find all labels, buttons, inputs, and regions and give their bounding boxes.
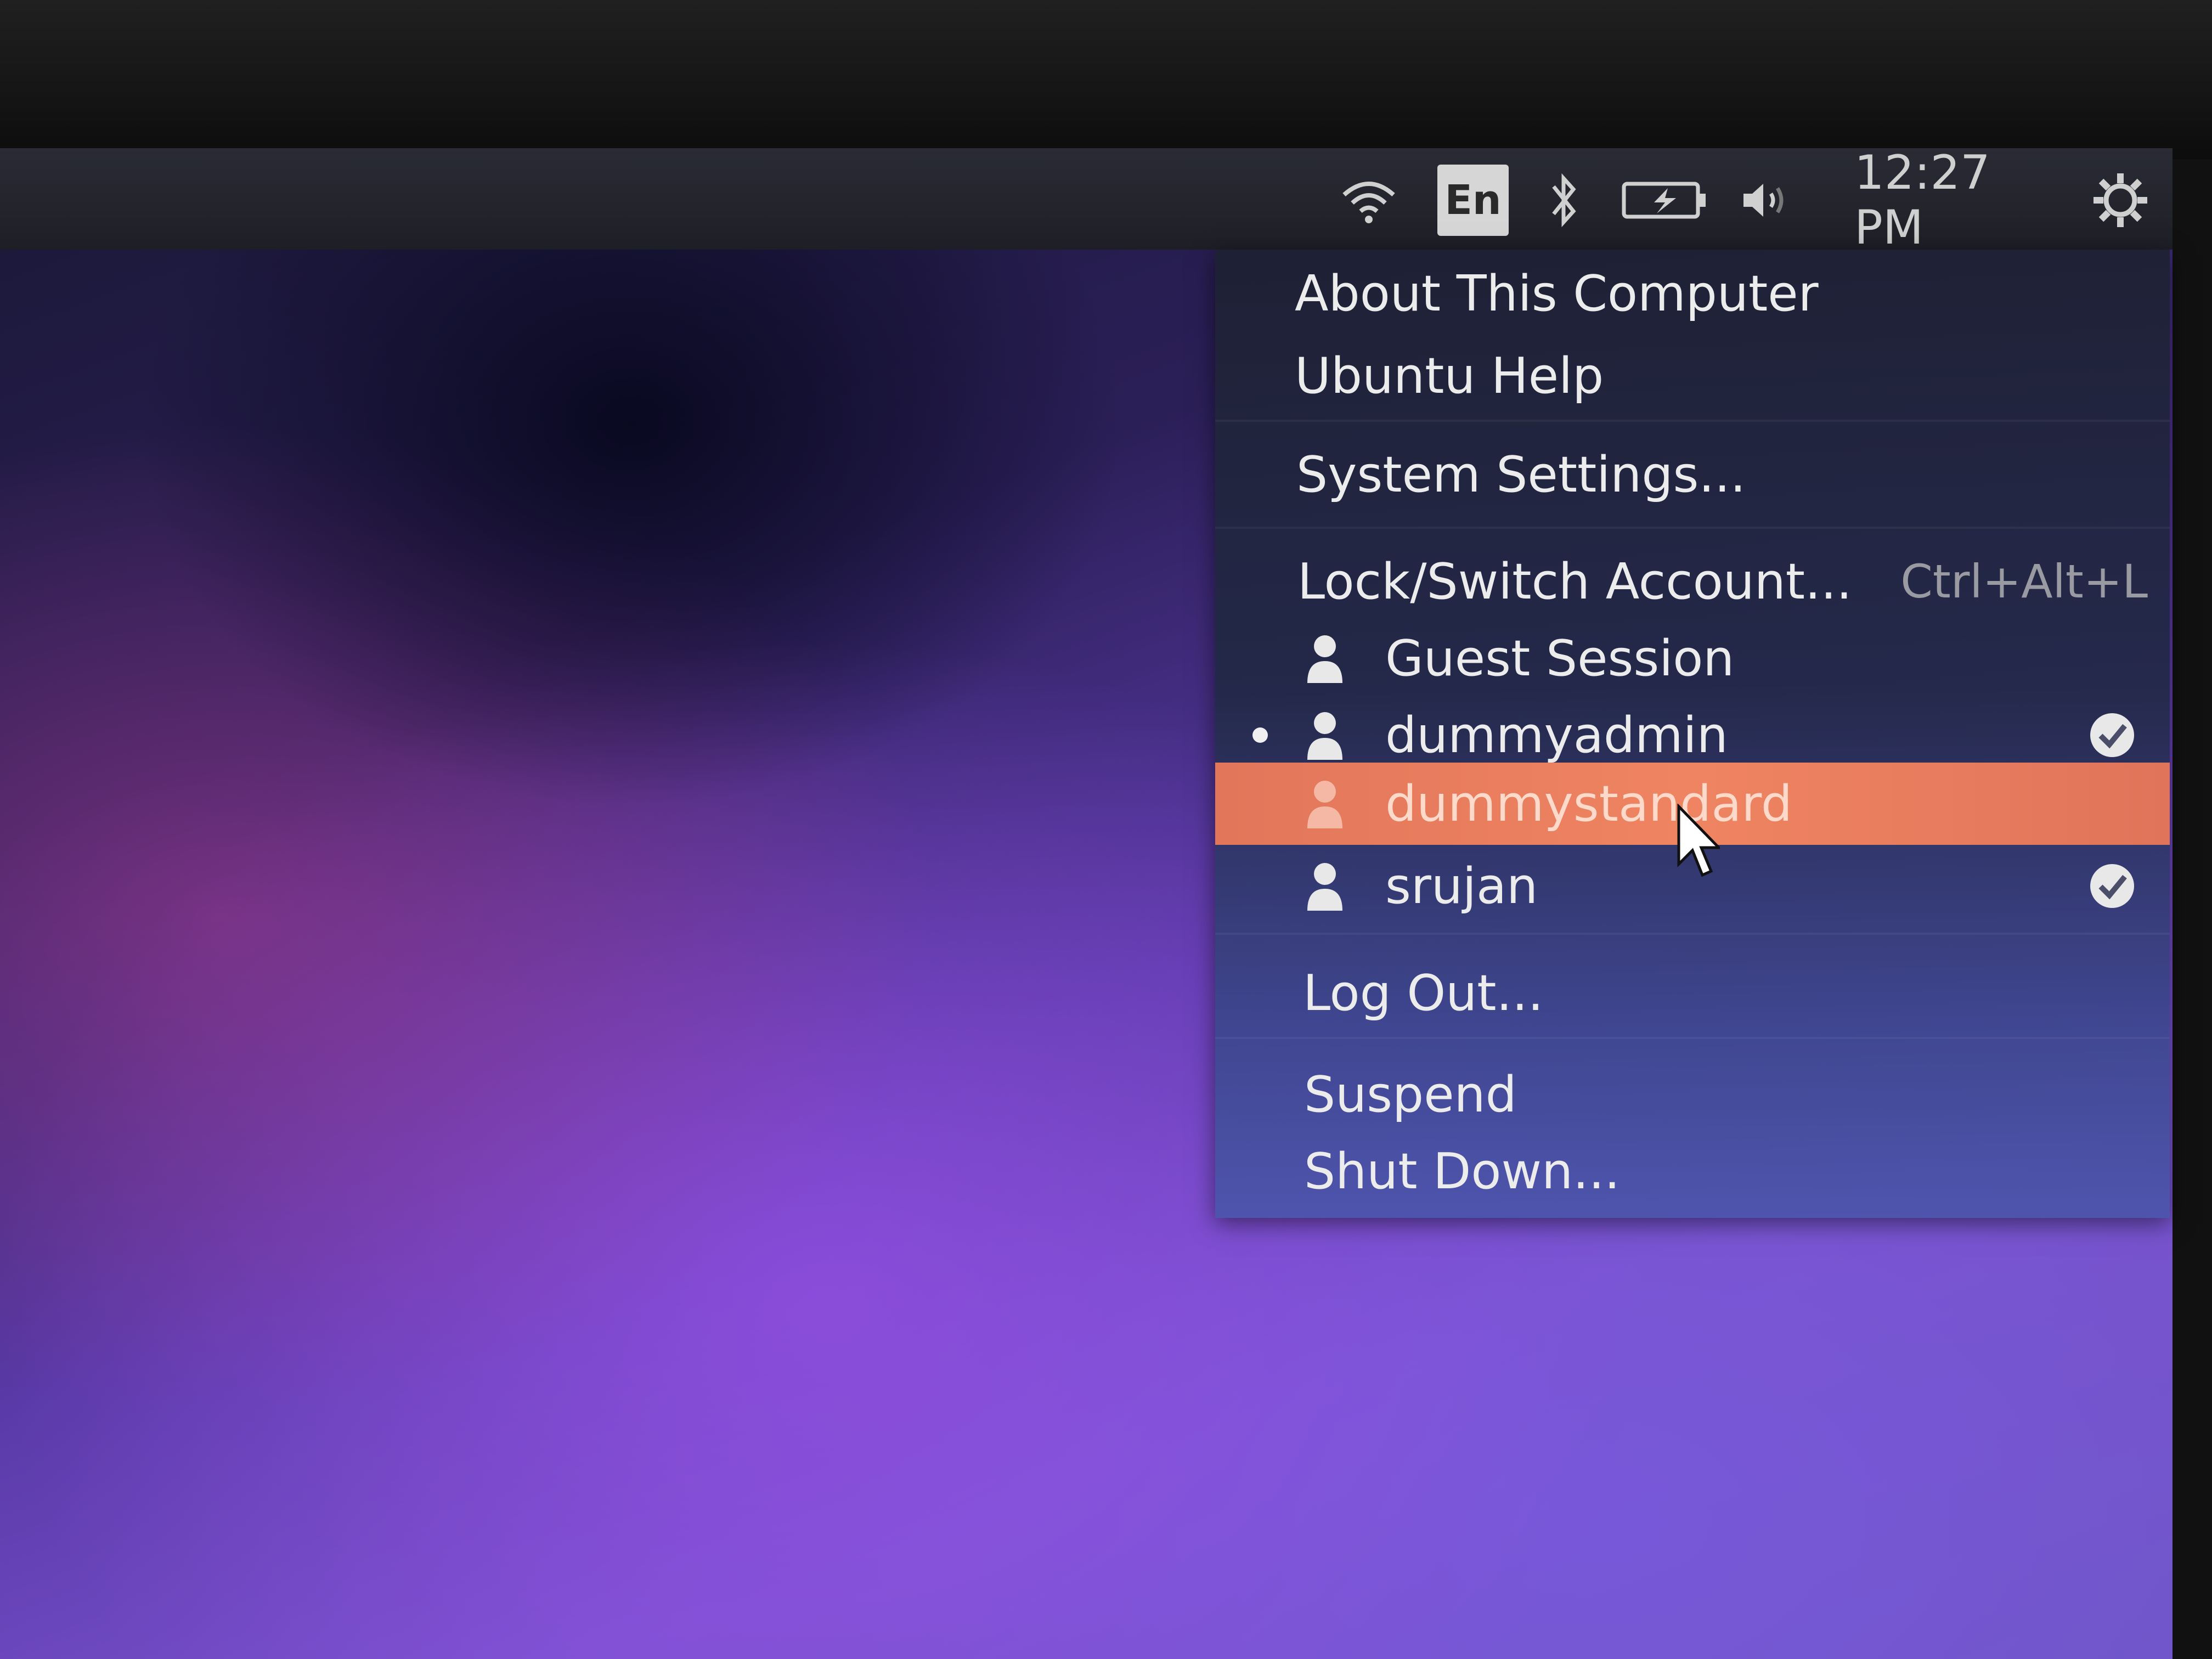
help-label: Ubuntu Help xyxy=(1295,347,1604,405)
user-item-dummyadmin[interactable]: dummyadmin xyxy=(1215,697,2170,774)
shutdown-label: Shut Down... xyxy=(1304,1142,1620,1200)
logout-label: Log Out... xyxy=(1303,964,1544,1022)
menu-separator xyxy=(1215,933,2170,935)
settings-label: System Settings... xyxy=(1296,445,1746,504)
top-panel xyxy=(0,148,2172,250)
lock-label: Lock/Switch Account... xyxy=(1297,552,1852,611)
about-this-computer-item[interactable]: About This Computer xyxy=(1215,255,2170,332)
suspend-item[interactable]: Suspend xyxy=(1215,1056,2170,1133)
session-menu: About This Computer Ubuntu Help System S… xyxy=(1215,250,2170,1218)
person-icon xyxy=(1307,635,1342,683)
logged-in-check-icon xyxy=(2090,864,2134,908)
menu-separator xyxy=(1215,1037,2170,1039)
logged-in-check-icon xyxy=(2090,713,2134,757)
menu-separator xyxy=(1215,420,2170,422)
lock-switch-account-item[interactable]: Lock/Switch Account... Ctrl+Alt+L xyxy=(1215,543,2170,620)
clock[interactable]: 12:27 PM xyxy=(1854,145,2063,255)
battery-icon[interactable] xyxy=(1618,165,1712,236)
user-name: srujan xyxy=(1385,857,1538,915)
lock-shortcut: Ctrl+Alt+L xyxy=(1900,555,2148,608)
user-name: dummystandard xyxy=(1385,775,1792,833)
menu-separator xyxy=(1215,527,2170,529)
gear-icon[interactable] xyxy=(2085,165,2156,236)
current-session-dot xyxy=(1252,727,1268,743)
bluetooth-icon[interactable] xyxy=(1536,165,1591,236)
ubuntu-help-item[interactable]: Ubuntu Help xyxy=(1215,337,2170,414)
keyboard-language-indicator[interactable]: En xyxy=(1437,165,1509,236)
person-icon xyxy=(1307,712,1342,760)
system-settings-item[interactable]: System Settings... xyxy=(1215,436,2170,513)
user-name: Guest Session xyxy=(1385,629,1735,687)
mouse-pointer-icon xyxy=(1677,804,1720,877)
about-label: About This Computer xyxy=(1295,264,1819,323)
shut-down-item[interactable]: Shut Down... xyxy=(1215,1133,2170,1210)
person-icon xyxy=(1307,781,1342,828)
wifi-icon[interactable] xyxy=(1328,165,1410,236)
monitor-bezel xyxy=(0,0,2212,159)
user-name: dummyadmin xyxy=(1385,706,1728,764)
user-item-guest-session[interactable]: Guest Session xyxy=(1215,620,2170,697)
log-out-item[interactable]: Log Out... xyxy=(1215,955,2170,1031)
person-icon xyxy=(1307,863,1342,911)
volume-icon[interactable] xyxy=(1734,165,1794,236)
suspend-label: Suspend xyxy=(1304,1065,1517,1124)
